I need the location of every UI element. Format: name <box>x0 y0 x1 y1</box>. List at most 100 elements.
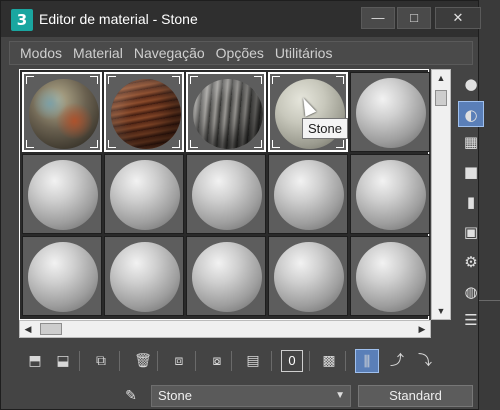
close-button[interactable]: ✕ <box>435 7 481 29</box>
put-to-library-icon[interactable]: ▤ <box>241 349 265 373</box>
scroll-down-arrow-icon[interactable]: ▼ <box>432 303 450 319</box>
minimize-button[interactable]: — <box>361 7 395 29</box>
toolbar-separator <box>195 351 196 371</box>
material-slot[interactable] <box>268 236 348 316</box>
scroll-up-arrow-icon[interactable]: ▲ <box>432 70 450 86</box>
app-logo-icon: 3 <box>11 9 33 31</box>
material-slot[interactable] <box>268 154 348 234</box>
horizontal-scrollbar[interactable]: ◀ ▶ <box>19 320 431 338</box>
toolbar-separator <box>345 351 346 371</box>
material-slot[interactable] <box>350 154 430 234</box>
toolbar-separator <box>271 351 272 371</box>
material-slot[interactable] <box>104 236 184 316</box>
material-sphere-preview <box>28 160 98 230</box>
slot-corner-marker <box>254 76 262 84</box>
slot-corner-marker <box>272 76 280 84</box>
slot-corner-marker <box>108 140 116 148</box>
menu-modos[interactable]: Modos <box>20 45 62 61</box>
material-map-navigator-icon[interactable]: ☰ <box>458 307 484 333</box>
material-slot[interactable] <box>22 236 102 316</box>
vertical-scrollbar[interactable]: ▲ ▼ <box>431 69 451 320</box>
minimize-icon: — <box>371 10 385 25</box>
menu-material[interactable]: Material <box>73 45 123 61</box>
material-sphere-preview <box>110 242 180 312</box>
slot-corner-marker <box>90 76 98 84</box>
material-editor-window: 3 Editor de material - Stone — □ ✕ Modos… <box>0 0 484 410</box>
reset-map-icon[interactable]: 🗑 <box>131 349 155 373</box>
material-sphere-preview <box>192 160 262 230</box>
toolbar-separator <box>79 351 80 371</box>
material-sphere-preview <box>356 78 426 148</box>
material-name-field[interactable]: Stone ▼ <box>151 385 351 407</box>
get-material-icon[interactable]: ⬒ <box>23 349 47 373</box>
material-sphere-preview <box>28 242 98 312</box>
slot-corner-marker <box>336 140 344 148</box>
material-sphere-preview <box>274 160 344 230</box>
horizontal-scroll-thumb[interactable] <box>40 323 62 335</box>
material-sphere-preview <box>29 79 99 149</box>
show-end-result-icon[interactable]: ⫼ <box>355 349 379 373</box>
material-name-value: Stone <box>158 388 192 403</box>
slot-corner-marker <box>172 140 180 148</box>
material-sphere-preview <box>193 79 263 149</box>
slot-corner-marker <box>172 76 180 84</box>
scroll-left-arrow-icon[interactable]: ◀ <box>20 321 36 337</box>
material-sphere-preview <box>274 242 344 312</box>
pick-material-eyedropper-icon[interactable]: ✎ <box>121 385 141 405</box>
assign-to-selection-icon[interactable]: ⧉ <box>89 349 113 373</box>
material-sphere-preview <box>356 242 426 312</box>
material-sphere-preview <box>111 79 181 149</box>
material-slot[interactable] <box>22 154 102 234</box>
copy-material-icon[interactable]: ⧈ <box>167 349 191 373</box>
slot-corner-marker <box>254 140 262 148</box>
bottom-toolbar: ⬒ ⬓ ⧉ 🗑 ⧈ ⧇ ▤ 0 ▩ ⫼ ⤴ ⤵ <box>19 349 479 375</box>
video-color-check-icon[interactable]: ▮ <box>458 189 484 215</box>
material-sphere-preview <box>356 160 426 230</box>
go-forward-to-sibling-icon[interactable]: ⤵ <box>413 349 437 373</box>
make-preview-icon[interactable]: ▣ <box>458 219 484 245</box>
scroll-right-arrow-icon[interactable]: ▶ <box>414 321 430 337</box>
slot-corner-marker <box>190 76 198 84</box>
slot-corner-marker <box>90 140 98 148</box>
uv-tiling-icon[interactable]: ■ <box>458 159 484 185</box>
menu-navegacao[interactable]: Navegação <box>134 45 205 61</box>
make-unique-icon[interactable]: ⧇ <box>205 349 229 373</box>
show-shaded-material-icon[interactable]: ▩ <box>317 349 341 373</box>
material-slot[interactable] <box>186 236 266 316</box>
toolbar-separator <box>119 351 120 371</box>
slot-tooltip: Stone <box>302 118 348 139</box>
go-to-parent-icon[interactable]: ⤴ <box>385 349 409 373</box>
vertical-scroll-thumb[interactable] <box>435 90 447 106</box>
toolbar-separator <box>231 351 232 371</box>
maximize-icon: □ <box>410 10 418 25</box>
select-by-material-icon[interactable]: ◍ <box>458 279 484 305</box>
options-icon[interactable]: ⚙ <box>458 249 484 275</box>
material-slot[interactable] <box>104 154 184 234</box>
material-slot[interactable] <box>186 72 266 152</box>
title-bar[interactable]: 3 Editor de material - Stone — □ ✕ <box>1 1 481 37</box>
material-slot[interactable] <box>104 72 184 152</box>
slot-corner-marker <box>272 140 280 148</box>
menu-opcoes[interactable]: Opções <box>216 45 264 61</box>
background-checker-icon[interactable]: ▦ <box>458 129 484 155</box>
backlight-icon[interactable]: ◐ <box>458 101 484 127</box>
material-slot[interactable] <box>350 236 430 316</box>
toolbar-separator <box>157 351 158 371</box>
material-id-channel-icon[interactable]: 0 <box>281 350 303 372</box>
material-slot[interactable] <box>22 72 102 152</box>
material-slot[interactable] <box>350 72 430 152</box>
slot-corner-marker <box>336 76 344 84</box>
dropdown-arrow-icon[interactable]: ▼ <box>335 386 345 406</box>
slot-corner-marker <box>108 76 116 84</box>
slot-corner-marker <box>26 140 34 148</box>
material-sphere-preview <box>192 242 262 312</box>
material-sphere-preview <box>110 160 180 230</box>
material-slot[interactable] <box>186 154 266 234</box>
maximize-button[interactable]: □ <box>397 7 431 29</box>
menu-utilitarios[interactable]: Utilitários <box>275 45 333 61</box>
sample-type-icon[interactable]: ● <box>458 71 484 97</box>
put-to-scene-icon[interactable]: ⬓ <box>51 349 75 373</box>
close-icon: ✕ <box>452 10 464 25</box>
material-type-button[interactable]: Standard <box>358 385 473 407</box>
sample-slots-grid <box>19 69 430 320</box>
